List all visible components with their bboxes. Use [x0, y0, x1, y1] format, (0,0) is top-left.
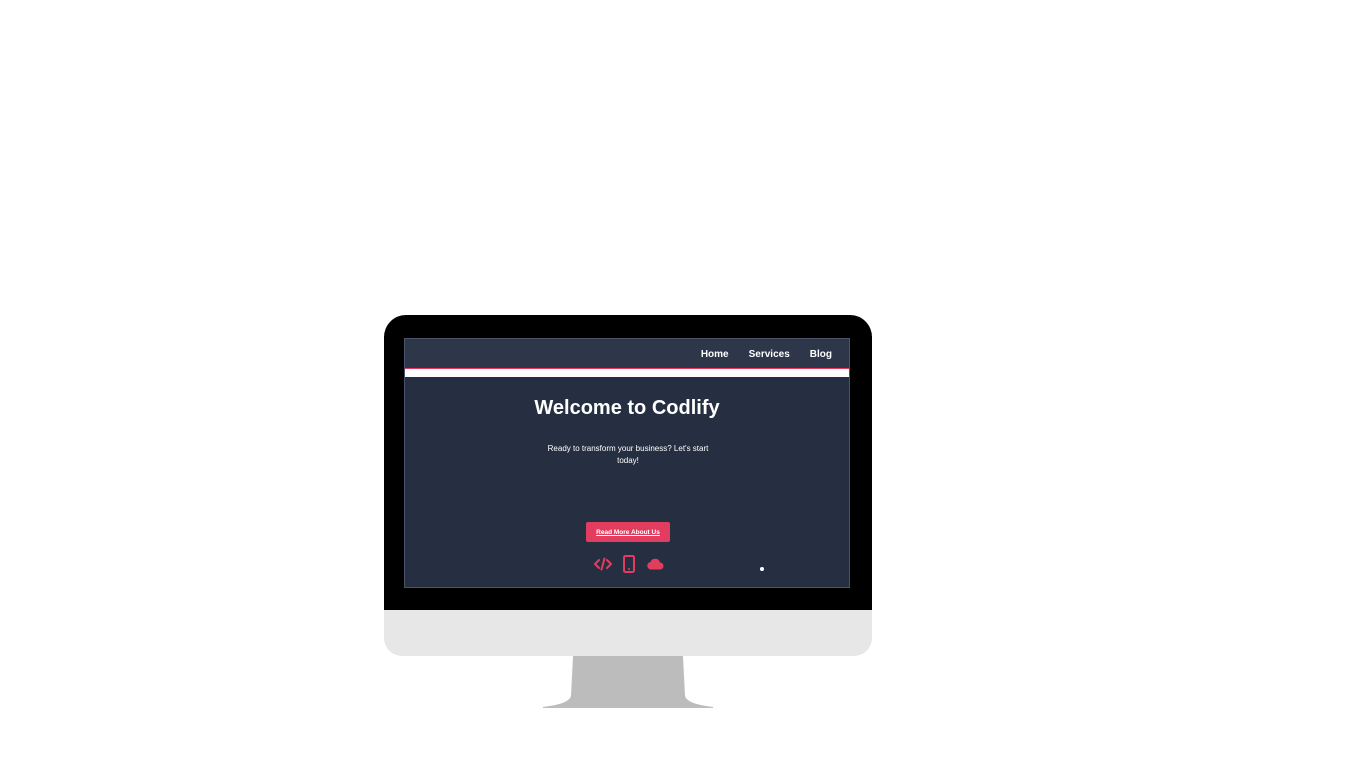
nav-link-services[interactable]: Services: [749, 349, 790, 360]
monitor-chin: [384, 610, 872, 656]
monitor: Home Services Blog Welcome to Codlify Re…: [384, 315, 872, 656]
mobile-icon: [619, 555, 639, 573]
nav-divider-strip: [405, 368, 849, 377]
monitor-bezel: Home Services Blog Welcome to Codlify Re…: [384, 315, 872, 610]
code-icon: [593, 555, 613, 573]
hero-subtitle: Ready to transform your business? Let's …: [547, 444, 709, 465]
page-background: Home Services Blog Welcome to Codlify Re…: [0, 0, 1366, 768]
nav-links: Home Services Blog: [701, 339, 832, 369]
nav-link-home[interactable]: Home: [701, 349, 729, 360]
service-icons: [593, 555, 665, 573]
nav-link-blog[interactable]: Blog: [810, 349, 832, 360]
monitor-stand: [543, 656, 713, 708]
carousel-dot[interactable]: [760, 567, 764, 571]
read-more-button[interactable]: Read More About Us: [586, 522, 670, 542]
cloud-icon: [645, 555, 665, 573]
navbar: Home Services Blog: [405, 339, 849, 369]
website-screen: Home Services Blog Welcome to Codlify Re…: [404, 338, 850, 588]
hero-title: Welcome to Codlify: [534, 397, 720, 419]
